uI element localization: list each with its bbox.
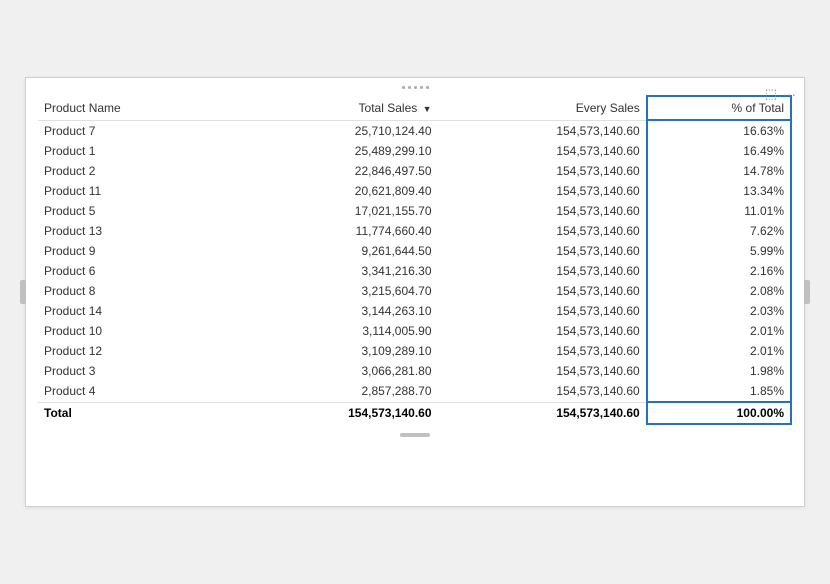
cell-pct-total: 16.63% (647, 120, 791, 141)
cell-total-sales: 2,857,288.70 (230, 381, 437, 402)
cell-product-name: Product 6 (38, 261, 230, 281)
footer-row: Total 154,573,140.60 154,573,140.60 100.… (38, 402, 791, 424)
cell-product-name: Product 9 (38, 241, 230, 261)
table-row: Product 11 20,621,809.40 154,573,140.60 … (38, 181, 791, 201)
footer-total-sales: 154,573,140.60 (230, 402, 437, 424)
cell-every-sales: 154,573,140.60 (438, 261, 647, 281)
cell-pct-total: 16.49% (647, 141, 791, 161)
cell-pct-total: 1.85% (647, 381, 791, 402)
data-card: ⬚ ··· Product Name Total Sales ▼ Every S… (25, 77, 805, 507)
cell-total-sales: 25,710,124.40 (230, 120, 437, 141)
table-row: Product 5 17,021,155.70 154,573,140.60 1… (38, 201, 791, 221)
cell-pct-total: 5.99% (647, 241, 791, 261)
cell-total-sales: 11,774,660.40 (230, 221, 437, 241)
cell-every-sales: 154,573,140.60 (438, 161, 647, 181)
cell-every-sales: 154,573,140.60 (438, 281, 647, 301)
cell-pct-total: 2.03% (647, 301, 791, 321)
cell-total-sales: 3,066,281.80 (230, 361, 437, 381)
drag-handle[interactable] (402, 86, 429, 89)
cell-total-sales: 3,114,005.90 (230, 321, 437, 341)
table-row: Product 14 3,144,263.10 154,573,140.60 2… (38, 301, 791, 321)
cell-product-name: Product 13 (38, 221, 230, 241)
cell-every-sales: 154,573,140.60 (438, 301, 647, 321)
cell-every-sales: 154,573,140.60 (438, 361, 647, 381)
cell-product-name: Product 2 (38, 161, 230, 181)
cell-pct-total: 11.01% (647, 201, 791, 221)
cell-every-sales: 154,573,140.60 (438, 221, 647, 241)
cell-product-name: Product 14 (38, 301, 230, 321)
table-row: Product 4 2,857,288.70 154,573,140.60 1.… (38, 381, 791, 402)
cell-total-sales: 3,215,604.70 (230, 281, 437, 301)
col-total-sales[interactable]: Total Sales ▼ (230, 96, 437, 120)
cell-pct-total: 2.01% (647, 321, 791, 341)
cell-product-name: Product 4 (38, 381, 230, 402)
top-bar: ⬚ ··· (30, 86, 800, 89)
cell-pct-total: 2.01% (647, 341, 791, 361)
cell-every-sales: 154,573,140.60 (438, 381, 647, 402)
cell-product-name: Product 7 (38, 120, 230, 141)
cell-product-name: Product 10 (38, 321, 230, 341)
cell-product-name: Product 11 (38, 181, 230, 201)
cell-pct-total: 13.34% (647, 181, 791, 201)
col-every-sales: Every Sales (438, 96, 647, 120)
cell-product-name: Product 1 (38, 141, 230, 161)
cell-total-sales: 3,341,216.30 (230, 261, 437, 281)
table-container: Product Name Total Sales ▼ Every Sales %… (30, 95, 800, 425)
table-row: Product 2 22,846,497.50 154,573,140.60 1… (38, 161, 791, 181)
cell-product-name: Product 12 (38, 341, 230, 361)
cell-pct-total: 2.16% (647, 261, 791, 281)
cell-every-sales: 154,573,140.60 (438, 120, 647, 141)
cell-pct-total: 14.78% (647, 161, 791, 181)
cell-product-name: Product 8 (38, 281, 230, 301)
cell-every-sales: 154,573,140.60 (438, 201, 647, 221)
table-row: Product 7 25,710,124.40 154,573,140.60 1… (38, 120, 791, 141)
bottom-handle[interactable] (30, 433, 800, 437)
cell-every-sales: 154,573,140.60 (438, 241, 647, 261)
cell-total-sales: 3,144,263.10 (230, 301, 437, 321)
table-row: Product 6 3,341,216.30 154,573,140.60 2.… (38, 261, 791, 281)
cell-every-sales: 154,573,140.60 (438, 321, 647, 341)
cell-product-name: Product 5 (38, 201, 230, 221)
cell-pct-total: 2.08% (647, 281, 791, 301)
cell-total-sales: 25,489,299.10 (230, 141, 437, 161)
table-row: Product 12 3,109,289.10 154,573,140.60 2… (38, 341, 791, 361)
header-row: Product Name Total Sales ▼ Every Sales %… (38, 96, 791, 120)
cell-total-sales: 17,021,155.70 (230, 201, 437, 221)
table-row: Product 1 25,489,299.10 154,573,140.60 1… (38, 141, 791, 161)
cell-total-sales: 22,846,497.50 (230, 161, 437, 181)
cell-total-sales: 20,621,809.40 (230, 181, 437, 201)
footer-pct-total: 100.00% (647, 402, 791, 424)
cell-pct-total: 7.62% (647, 221, 791, 241)
col-product-name: Product Name (38, 96, 230, 120)
table-row: Product 13 11,774,660.40 154,573,140.60 … (38, 221, 791, 241)
cell-every-sales: 154,573,140.60 (438, 181, 647, 201)
cell-total-sales: 9,261,644.50 (230, 241, 437, 261)
left-resize-handle[interactable] (20, 280, 26, 304)
data-table: Product Name Total Sales ▼ Every Sales %… (38, 95, 792, 425)
footer-label: Total (38, 402, 230, 424)
more-icon[interactable]: ··· (783, 87, 796, 102)
right-resize-handle[interactable] (804, 280, 810, 304)
cell-every-sales: 154,573,140.60 (438, 341, 647, 361)
cell-pct-total: 1.98% (647, 361, 791, 381)
cell-total-sales: 3,109,289.10 (230, 341, 437, 361)
expand-icon[interactable]: ⬚ (765, 86, 777, 102)
top-icons: ⬚ ··· (765, 86, 796, 102)
cell-every-sales: 154,573,140.60 (438, 141, 647, 161)
table-row: Product 8 3,215,604.70 154,573,140.60 2.… (38, 281, 791, 301)
sort-desc-icon: ▼ (423, 104, 432, 114)
footer-every-sales: 154,573,140.60 (438, 402, 647, 424)
cell-product-name: Product 3 (38, 361, 230, 381)
table-row: Product 3 3,066,281.80 154,573,140.60 1.… (38, 361, 791, 381)
table-row: Product 9 9,261,644.50 154,573,140.60 5.… (38, 241, 791, 261)
table-row: Product 10 3,114,005.90 154,573,140.60 2… (38, 321, 791, 341)
